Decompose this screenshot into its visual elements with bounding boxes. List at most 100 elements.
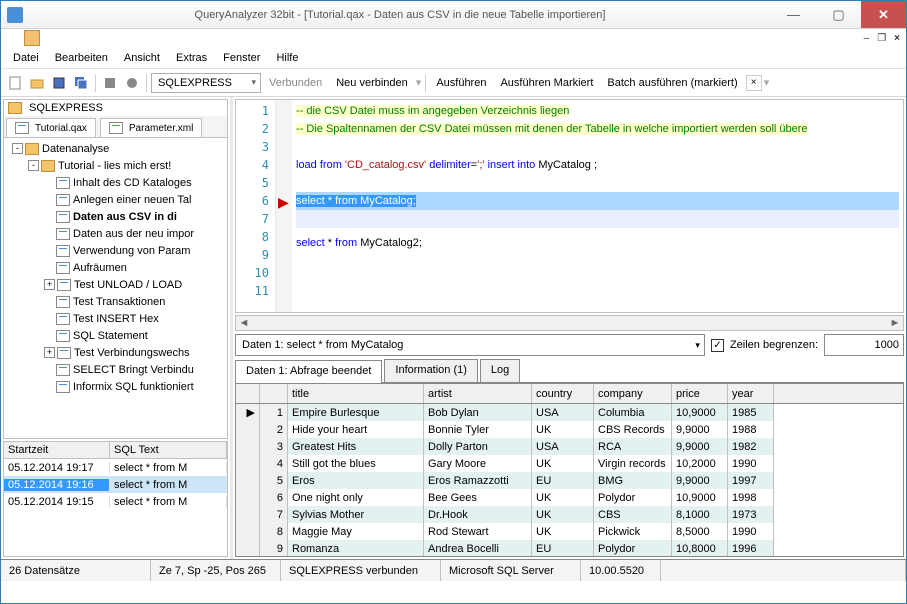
tree-item[interactable]: Test Transaktionen bbox=[4, 293, 227, 310]
tree-item[interactable]: Daten aus CSV in di bbox=[4, 208, 227, 225]
page-icon bbox=[109, 122, 123, 134]
table-row[interactable]: 8Maggie MayRod StewartUKPickwick8,500019… bbox=[236, 523, 903, 540]
menu-extras[interactable]: Extras bbox=[168, 50, 215, 66]
tree-item[interactable]: +Test UNLOAD / LOAD bbox=[4, 276, 227, 293]
mdi-minimize[interactable]: – bbox=[864, 33, 870, 44]
col-header[interactable] bbox=[236, 384, 260, 403]
open-icon[interactable] bbox=[27, 73, 47, 93]
minimize-button[interactable]: — bbox=[771, 1, 816, 28]
result-tab[interactable]: Information (1) bbox=[384, 359, 478, 382]
history-body[interactable]: 05.12.2014 19:17select * from M05.12.201… bbox=[4, 459, 227, 556]
tree-item[interactable]: -Tutorial - lies mich erst! bbox=[4, 157, 227, 174]
table-row[interactable]: 6One night onlyBee GeesUKPolydor10,90001… bbox=[236, 489, 903, 506]
mdi-close[interactable]: × bbox=[894, 33, 900, 44]
page-icon bbox=[56, 330, 70, 342]
page-icon bbox=[56, 262, 70, 274]
tool1-icon[interactable] bbox=[100, 73, 120, 93]
save-icon[interactable] bbox=[49, 73, 69, 93]
menubar: DateiBearbeitenAnsichtExtrasFensterHilfe bbox=[1, 47, 906, 69]
table-row[interactable]: 5ErosEros RamazzottiEUBMG9,90001997 bbox=[236, 472, 903, 489]
tree-item[interactable]: Anlegen einer neuen Tal bbox=[4, 191, 227, 208]
code-editor[interactable]: 1234567891011 -- die CSV Datei muss im a… bbox=[235, 99, 904, 313]
mdi-restore[interactable]: ❐ bbox=[877, 33, 886, 44]
limit-input[interactable]: 1000 bbox=[824, 334, 904, 356]
col-header[interactable]: company bbox=[594, 384, 672, 403]
tree-item[interactable]: Informix SQL funktioniert bbox=[4, 378, 227, 395]
result-grid[interactable]: titleartistcountrycompanypriceyear ▶1Emp… bbox=[235, 383, 904, 557]
history-row[interactable]: 05.12.2014 19:15select * from M bbox=[4, 493, 227, 510]
table-row[interactable]: 4Still got the bluesGary MooreUKVirgin r… bbox=[236, 455, 903, 472]
tree-view[interactable]: -Datenanalyse-Tutorial - lies mich erst!… bbox=[4, 138, 227, 438]
status-count: 26 Datensätze bbox=[1, 560, 151, 581]
file-tab[interactable]: Tutorial.qax bbox=[6, 118, 96, 137]
menu-datei[interactable]: Datei bbox=[5, 50, 47, 66]
right-panel: 1234567891011 -- die CSV Datei muss im a… bbox=[233, 97, 906, 559]
menu-hilfe[interactable]: Hilfe bbox=[268, 50, 306, 66]
table-row[interactable]: 9RomanzaAndrea BocelliEUPolydor10,800019… bbox=[236, 540, 903, 556]
run-selected-button[interactable]: Ausführen Markiert bbox=[494, 77, 599, 89]
window-title: QueryAnalyzer 32bit - [Tutorial.qax - Da… bbox=[29, 9, 771, 21]
col-header[interactable] bbox=[260, 384, 288, 403]
result-tab[interactable]: Daten 1: Abfrage beendet bbox=[235, 360, 382, 383]
close-button[interactable]: ✕ bbox=[861, 1, 906, 28]
reconnect-button[interactable]: Neu verbinden bbox=[330, 77, 414, 89]
result-selector[interactable]: Daten 1: select * from MyCatalog bbox=[235, 334, 705, 356]
tree-item[interactable]: Verwendung von Param bbox=[4, 242, 227, 259]
page-icon bbox=[56, 313, 70, 325]
app-icon bbox=[7, 7, 23, 23]
history-col-time[interactable]: Startzeit bbox=[4, 442, 110, 458]
col-header[interactable]: title bbox=[288, 384, 424, 403]
mdi-bar: – ❐ × bbox=[1, 29, 906, 47]
tree-item[interactable]: Test INSERT Hex bbox=[4, 310, 227, 327]
left-panel: SQLEXPRESS Tutorial.qaxParameter.xml -Da… bbox=[1, 97, 233, 559]
table-row[interactable]: 2Hide your heartBonnie TylerUKCBS Record… bbox=[236, 421, 903, 438]
result-tab[interactable]: Log bbox=[480, 359, 520, 382]
run-button[interactable]: Ausführen bbox=[430, 77, 492, 89]
history-panel: Startzeit SQL Text 05.12.2014 19:17selec… bbox=[3, 441, 228, 557]
table-row[interactable]: 3Greatest HitsDolly PartonUSARCA9,900019… bbox=[236, 438, 903, 455]
tree-item[interactable]: -Datenanalyse bbox=[4, 140, 227, 157]
code-area[interactable]: -- die CSV Datei muss im angegeben Verze… bbox=[292, 100, 903, 312]
table-row[interactable]: 7Sylvias MotherDr.HookUKCBS8,10001973 bbox=[236, 506, 903, 523]
folder-icon bbox=[25, 143, 39, 155]
tree-toggle[interactable]: + bbox=[44, 279, 55, 290]
tree-item[interactable]: +Test Verbindungswechs bbox=[4, 344, 227, 361]
history-row[interactable]: 05.12.2014 19:17select * from M bbox=[4, 459, 227, 476]
tree-item[interactable]: SQL Statement bbox=[4, 327, 227, 344]
titlebar: QueryAnalyzer 32bit - [Tutorial.qax - Da… bbox=[1, 1, 906, 29]
toolbar: SQLEXPRESS Verbunden Neu verbinden ▾ Aus… bbox=[1, 69, 906, 97]
grid-body[interactable]: ▶1Empire BurlesqueBob DylanUSAColumbia10… bbox=[236, 404, 903, 556]
tree-toggle[interactable]: - bbox=[12, 143, 23, 154]
batch-run-button[interactable]: Batch ausführen (markiert) bbox=[601, 77, 743, 89]
col-header[interactable]: country bbox=[532, 384, 594, 403]
tree-item[interactable]: Inhalt des CD Kataloges bbox=[4, 174, 227, 191]
editor-hscroll[interactable]: ◄► bbox=[235, 315, 904, 331]
tool2-icon[interactable] bbox=[122, 73, 142, 93]
history-col-sql[interactable]: SQL Text bbox=[110, 442, 227, 458]
page-icon bbox=[56, 381, 70, 393]
menu-fenster[interactable]: Fenster bbox=[215, 50, 268, 66]
col-header[interactable]: artist bbox=[424, 384, 532, 403]
table-row[interactable]: ▶1Empire BurlesqueBob DylanUSAColumbia10… bbox=[236, 404, 903, 421]
tree-item[interactable]: SELECT Bringt Verbindu bbox=[4, 361, 227, 378]
new-icon[interactable] bbox=[5, 73, 25, 93]
tree-toggle[interactable]: - bbox=[28, 160, 39, 171]
tree-toggle[interactable]: + bbox=[44, 347, 55, 358]
tree-item[interactable]: Daten aus der neu impor bbox=[4, 225, 227, 242]
maximize-button[interactable]: ▢ bbox=[816, 1, 861, 28]
run-marker-icon: ▶ bbox=[278, 194, 289, 211]
menu-ansicht[interactable]: Ansicht bbox=[116, 50, 168, 66]
tree-item[interactable]: Aufräumen bbox=[4, 259, 227, 276]
saveall-icon[interactable] bbox=[71, 73, 91, 93]
limit-checkbox[interactable]: ✓ bbox=[711, 339, 724, 352]
database-combo[interactable]: SQLEXPRESS bbox=[151, 73, 261, 93]
stop-button[interactable]: × bbox=[746, 75, 762, 91]
menu-bearbeiten[interactable]: Bearbeiten bbox=[47, 50, 116, 66]
col-header[interactable]: price bbox=[672, 384, 728, 403]
page-icon bbox=[56, 211, 70, 223]
col-header[interactable]: year bbox=[728, 384, 774, 403]
status-pos: Ze 7, Sp -25, Pos 265 bbox=[151, 560, 281, 581]
folder-icon bbox=[41, 160, 55, 172]
file-tab[interactable]: Parameter.xml bbox=[100, 118, 202, 137]
history-row[interactable]: 05.12.2014 19:16select * from M bbox=[4, 476, 227, 493]
